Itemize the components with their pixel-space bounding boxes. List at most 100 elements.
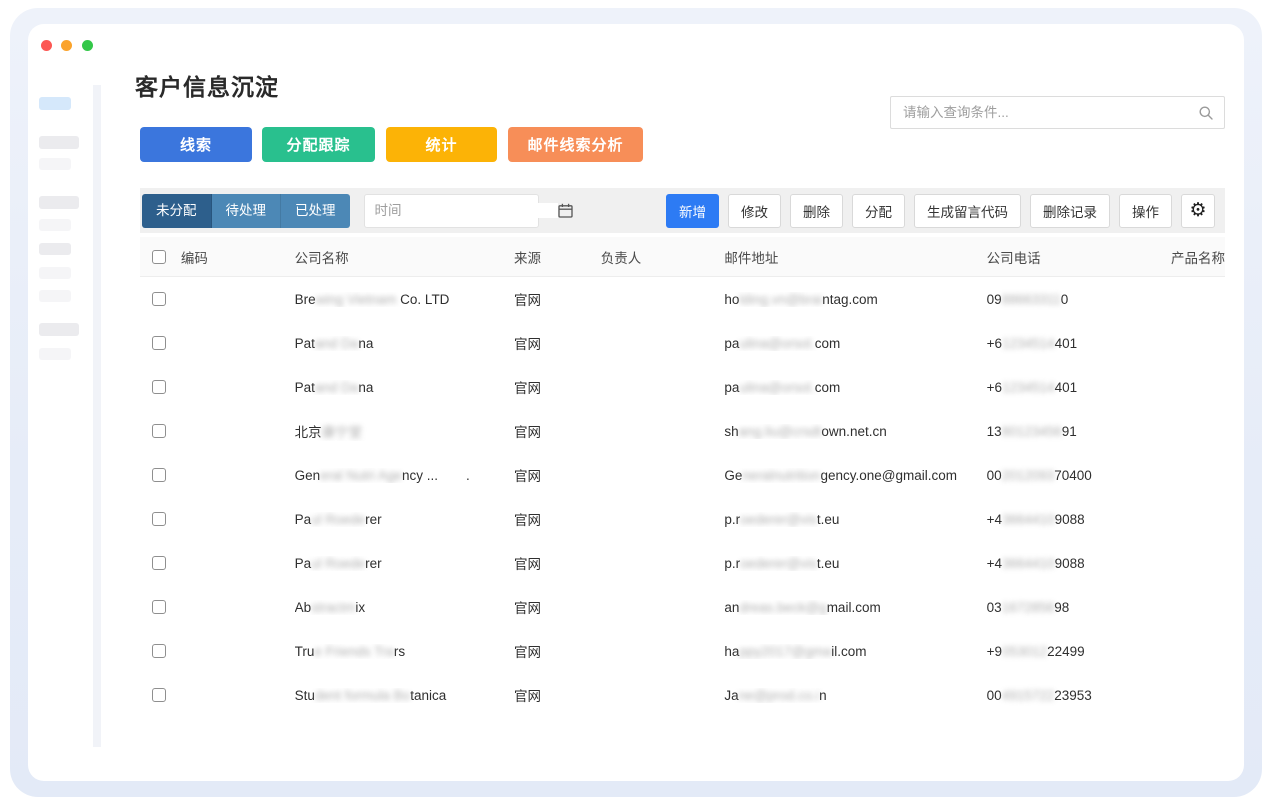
sidebar-item-active[interactable] bbox=[39, 97, 71, 110]
toolbar: 未分配 待处理 已处理 新增 修改 删除 分配 bbox=[140, 188, 1225, 233]
row-checkbox-cell bbox=[140, 468, 181, 482]
column-header-code: 编码 bbox=[180, 250, 208, 266]
add-button[interactable]: 新增 bbox=[666, 193, 719, 228]
cell-company: 北京康宁堂 bbox=[294, 425, 363, 440]
row-checkbox-cell bbox=[140, 644, 181, 658]
row-checkbox[interactable] bbox=[152, 468, 166, 482]
row-checkbox[interactable] bbox=[152, 512, 166, 526]
zoom-window-button[interactable] bbox=[81, 40, 93, 51]
minimize-window-button[interactable] bbox=[61, 40, 73, 51]
table-row: Patand Dana 官网 paulina@orsol.com +612345144… bbox=[140, 321, 1225, 365]
table-row: Patand Dana 官网 paulina@orsol.com +612345144… bbox=[140, 365, 1225, 409]
search-input[interactable] bbox=[891, 105, 1198, 120]
cell-email: andreas.beck@gmail.com bbox=[724, 599, 881, 615]
sidebar-item-placeholder[interactable] bbox=[39, 219, 71, 231]
date-input[interactable] bbox=[364, 203, 558, 218]
cell-phone: 00201209370400 bbox=[986, 467, 1092, 483]
cell-phone: +436644109088 bbox=[986, 555, 1085, 571]
row-checkbox-cell bbox=[140, 336, 181, 350]
cell-source: 官网 bbox=[514, 337, 541, 352]
nav-button-email-lead-analysis[interactable]: 邮件线索分析 bbox=[508, 127, 643, 162]
table-row: 北京康宁堂 官网 shang.liu@crsdtown.net.cn 13801234… bbox=[140, 409, 1225, 453]
cell-phone: +61234514401 bbox=[986, 379, 1078, 395]
row-checkbox[interactable] bbox=[152, 292, 166, 306]
cell-company: True Friends Trars bbox=[294, 643, 406, 659]
select-all-checkbox-cell bbox=[140, 249, 181, 264]
status-tabs: 未分配 待处理 已处理 bbox=[142, 193, 350, 228]
table-row: True Friends Trars 官网 happy2017@gmail.com +… bbox=[140, 629, 1225, 673]
assign-button[interactable]: 分配 bbox=[852, 193, 905, 228]
column-header-company: 公司名称 bbox=[294, 250, 349, 266]
cell-company: Patand Dana bbox=[294, 379, 374, 395]
sidebar-item-placeholder[interactable] bbox=[39, 158, 71, 170]
table-row: Brewing Vietnam Co. LTD 官网 holding.vn@brai… bbox=[140, 277, 1225, 321]
cell-email: paulina@orsol.com bbox=[724, 335, 841, 351]
cell-company: Paul Roederer bbox=[294, 511, 382, 527]
column-header-source: 来源 bbox=[514, 250, 541, 266]
row-checkbox[interactable] bbox=[152, 600, 166, 614]
row-checkbox[interactable] bbox=[152, 644, 166, 658]
row-checkbox-cell bbox=[140, 556, 181, 570]
edit-button[interactable]: 修改 bbox=[728, 193, 781, 228]
cell-email: paulina@orsol.com bbox=[724, 379, 841, 395]
close-window-button[interactable] bbox=[41, 40, 52, 51]
cell-email: Jane@prod.co.in bbox=[724, 687, 827, 703]
tab-pending[interactable]: 待处理 bbox=[211, 193, 281, 228]
delete-button[interactable]: 删除 bbox=[790, 193, 843, 228]
cell-source: 官网 bbox=[514, 689, 541, 704]
cell-company: Patand Dana bbox=[294, 335, 374, 351]
cell-phone: +436644109088 bbox=[986, 511, 1085, 527]
cell-source: 官网 bbox=[514, 469, 541, 484]
nav-button-statistics[interactable]: 统计 bbox=[386, 127, 497, 162]
column-header-email: 邮件地址 bbox=[724, 250, 779, 266]
browser-window: 客户信息沉淀 线索 分配跟踪 统计 邮件线索分析 未分配 待处理 已处理 bbox=[28, 24, 1244, 781]
table-row: Paul Roederer 官网 p.roederer@vist.eu +436644… bbox=[140, 497, 1225, 541]
row-checkbox[interactable] bbox=[152, 424, 166, 438]
sidebar-item-placeholder[interactable] bbox=[39, 348, 71, 360]
cell-phone: +905301222499 bbox=[986, 643, 1085, 659]
generate-message-code-button[interactable]: 生成留言代码 bbox=[914, 193, 1021, 228]
nav-button-leads[interactable]: 线索 bbox=[140, 127, 252, 162]
tab-processed[interactable]: 已处理 bbox=[281, 193, 350, 228]
gear-icon[interactable]: ⚙ bbox=[1181, 193, 1215, 228]
sidebar-item-placeholder[interactable] bbox=[39, 290, 71, 302]
table-row: Abstractmix 官网 andreas.beck@gmail.com 03167… bbox=[140, 585, 1225, 629]
search-box bbox=[890, 96, 1225, 129]
column-header-product: 产品名称 bbox=[1171, 250, 1225, 266]
row-checkbox[interactable] bbox=[152, 556, 166, 570]
cell-phone: 09886633110 bbox=[986, 291, 1069, 307]
row-checkbox[interactable] bbox=[152, 336, 166, 350]
cell-email: shang.liu@crsdtown.net.cn bbox=[724, 423, 887, 439]
table-body: Brewing Vietnam Co. LTD 官网 holding.vn@brai… bbox=[140, 277, 1225, 717]
cell-email: p.roederer@vist.eu bbox=[724, 555, 840, 571]
row-checkbox[interactable] bbox=[152, 380, 166, 394]
row-checkbox[interactable] bbox=[152, 688, 166, 702]
column-header-owner: 负责人 bbox=[600, 250, 642, 266]
nav-button-assign-track[interactable]: 分配跟踪 bbox=[262, 127, 375, 162]
date-filter bbox=[363, 193, 573, 228]
calendar-icon[interactable] bbox=[557, 203, 573, 218]
search-icon[interactable] bbox=[1198, 105, 1214, 121]
nav-button-row: 线索 分配跟踪 统计 邮件线索分析 bbox=[140, 127, 643, 162]
tab-unassigned[interactable]: 未分配 bbox=[142, 193, 212, 228]
operation-button[interactable]: 操作 bbox=[1119, 193, 1172, 228]
cell-source: 官网 bbox=[514, 293, 541, 308]
cell-source: 官网 bbox=[514, 645, 541, 660]
table-row: General Nutri Agency .... 官网 Generalnutrit… bbox=[140, 453, 1225, 497]
sidebar-item-placeholder[interactable] bbox=[39, 136, 79, 149]
column-header-phone: 公司电话 bbox=[986, 250, 1041, 266]
sidebar-item-placeholder[interactable] bbox=[39, 196, 79, 209]
cell-phone: 03167285698 bbox=[986, 599, 1070, 615]
sidebar-item-placeholder[interactable] bbox=[39, 267, 71, 279]
select-all-checkbox[interactable] bbox=[152, 249, 166, 264]
cell-source: 官网 bbox=[514, 513, 541, 528]
sidebar-item-placeholder[interactable] bbox=[39, 323, 79, 336]
cell-source: 官网 bbox=[514, 425, 541, 440]
table-header: 编码 公司名称 来源 负责人 邮件地址 公司电话 产品名称 bbox=[140, 237, 1225, 277]
row-checkbox-cell bbox=[140, 600, 181, 614]
delete-record-button[interactable]: 删除记录 bbox=[1030, 193, 1110, 228]
cell-company: Paul Roederer bbox=[294, 555, 382, 571]
cell-company: Brewing Vietnam Co. LTD bbox=[294, 291, 450, 307]
sidebar-item-placeholder[interactable] bbox=[39, 243, 71, 255]
cell-email: holding.vn@braintag.com bbox=[724, 291, 878, 307]
